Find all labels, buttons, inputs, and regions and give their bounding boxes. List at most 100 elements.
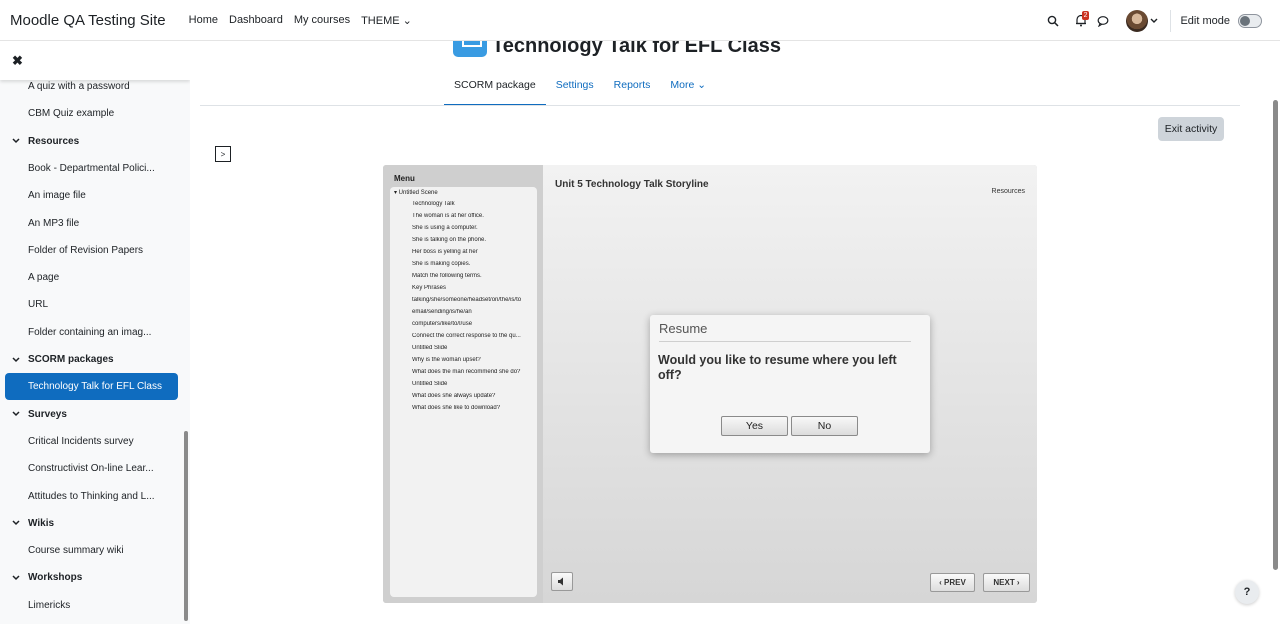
tab-scorm-package[interactable]: SCORM package xyxy=(444,72,546,106)
sidebar-activity-item[interactable]: CBM Quiz example xyxy=(0,100,180,127)
sidebar-activity-item[interactable]: URL xyxy=(0,291,180,318)
resume-dialog: Resume Would you like to resume where yo… xyxy=(650,315,930,453)
sidebar-item-label: URL xyxy=(28,299,49,311)
player-menu-item[interactable]: computers/like/to/I/use xyxy=(412,321,534,327)
user-avatar[interactable] xyxy=(1126,9,1149,32)
nav-home[interactable]: Home xyxy=(189,14,218,26)
sidebar-item-label: Resources xyxy=(28,135,80,147)
help-button[interactable]: ? xyxy=(1235,580,1259,604)
chevron-down-icon[interactable] xyxy=(12,355,24,365)
resume-dialog-title: Resume xyxy=(659,321,708,336)
nav-theme[interactable]: THEME ⌄ xyxy=(361,14,412,27)
player-menu-item[interactable]: Key Phrases xyxy=(412,285,534,291)
chat-bubble-icon[interactable] xyxy=(1092,10,1114,32)
player-menu-item[interactable]: Connect the correct response to the qu..… xyxy=(412,333,534,339)
secondary-navigation: SCORM package Settings Reports More ⌄ xyxy=(444,72,716,106)
edit-mode-label: Edit mode xyxy=(1180,14,1230,27)
volume-icon[interactable] xyxy=(551,572,573,591)
sidebar-activity-item[interactable]: An image file xyxy=(0,182,180,209)
resources-link[interactable]: Resources xyxy=(992,188,1025,195)
chevron-down-icon[interactable] xyxy=(1148,10,1160,32)
sidebar-item-label: Workshops xyxy=(28,572,83,584)
player-menu-item[interactable]: She is using a computer. xyxy=(412,225,534,231)
menu-scene[interactable]: ▾ Untitled Scene xyxy=(394,189,438,196)
sidebar-item-label: A page xyxy=(28,272,60,284)
expand-toc-button[interactable]: > xyxy=(215,146,231,162)
player-menu-item[interactable]: What does she like to download? xyxy=(412,405,534,411)
sidebar-activity-item[interactable]: Attitudes to Thinking and L... xyxy=(0,483,180,510)
sidebar-item-label: Course summary wiki xyxy=(28,545,124,557)
tab-more[interactable]: More ⌄ xyxy=(660,72,716,106)
top-navbar: Moodle QA Testing Site Home Dashboard My… xyxy=(0,0,1280,41)
sidebar-item-label: Critical Incidents survey xyxy=(28,435,134,447)
player-menu-list: ▾ Untitled Scene Technology Talk The woma… xyxy=(390,187,537,597)
sidebar-item-label: CBM Quiz example xyxy=(28,108,115,120)
chevron-down-icon[interactable] xyxy=(12,409,24,419)
drawer-header: ✖ xyxy=(0,41,190,80)
sidebar-item-label: SCORM packages xyxy=(28,354,114,365)
player-menu-item[interactable]: She is talking on the phone. xyxy=(412,237,534,243)
page-scrollbar[interactable] xyxy=(1273,100,1278,570)
prev-button[interactable]: ‹ PREV xyxy=(930,573,975,592)
sidebar-item-label: Technology Talk for EFL Class xyxy=(28,381,162,393)
course-section[interactable]: Resources xyxy=(0,128,180,155)
sidebar-activity-item[interactable]: Course summary wiki xyxy=(0,537,180,564)
site-brand[interactable]: Moodle QA Testing Site xyxy=(10,12,166,29)
navbar-divider xyxy=(1170,9,1172,32)
sidebar-activity-item[interactable]: Folder of Revision Papers xyxy=(0,237,180,264)
course-section[interactable]: Surveys xyxy=(0,401,180,428)
player-menu-item[interactable]: Untitled Slide xyxy=(412,381,534,387)
player-menu-item[interactable]: Match the following terms. xyxy=(412,273,534,279)
player-menu-item[interactable]: She is making copies. xyxy=(412,261,534,267)
sidebar-activity-item[interactable]: An MP3 file xyxy=(0,210,180,237)
chevron-down-icon[interactable] xyxy=(12,573,24,583)
player-menu-item[interactable]: Technology Talk xyxy=(412,201,534,207)
sidebar-activity-item[interactable]: Constructivist On-line Lear... xyxy=(0,455,180,482)
player-menu-item[interactable]: Her boss is yelling at her xyxy=(412,249,534,255)
sidebar-item-label: Book - Departmental Polici... xyxy=(28,162,155,174)
player-menu-item[interactable]: The woman is at her office. xyxy=(412,213,534,219)
sidebar-item-label: A quiz with a password xyxy=(28,81,130,92)
sidebar-item-label: Limericks xyxy=(28,599,71,611)
sidebar-item-label: Folder of Revision Papers xyxy=(28,244,144,256)
yes-button[interactable]: Yes xyxy=(721,416,788,436)
dialog-divider xyxy=(659,341,911,342)
chevron-down-icon[interactable] xyxy=(12,518,24,528)
tab-reports[interactable]: Reports xyxy=(604,72,661,106)
course-section[interactable]: Wikis xyxy=(0,510,180,537)
player-slide: Unit 5 Technology Talk Storyline Resourc… xyxy=(543,165,1037,603)
notification-badge: 2 xyxy=(1081,10,1090,20)
player-menu-item[interactable]: Why is the woman upset? xyxy=(412,357,534,363)
sidebar-activity-item[interactable]: A page xyxy=(0,264,180,291)
bell-icon[interactable]: 2 xyxy=(1070,10,1092,32)
slide-title: Unit 5 Technology Talk Storyline xyxy=(555,179,709,190)
course-section[interactable]: Workshops xyxy=(0,564,180,591)
sidebar-activity-item[interactable]: Technology Talk for EFL Class xyxy=(5,373,178,401)
player-menu-item[interactable]: email/sending/is/he/an xyxy=(412,309,534,315)
sidebar-activity-item[interactable]: Book - Departmental Polici... xyxy=(0,155,180,182)
sidebar-item-label: An MP3 file xyxy=(28,217,80,229)
sidebar-activity-item[interactable]: Critical Incidents survey xyxy=(0,428,180,455)
sidebar-item-label: Surveys xyxy=(28,408,67,420)
edit-mode-toggle[interactable] xyxy=(1238,13,1262,28)
secondary-nav-divider xyxy=(200,105,1240,106)
course-section[interactable]: SCORM packages xyxy=(0,346,180,373)
tab-settings[interactable]: Settings xyxy=(546,72,604,106)
player-menu-panel: Menu ▾ Untitled Scene Technology Talk The… xyxy=(383,165,543,603)
navbar-right: 2 Edit mode xyxy=(1042,0,1280,41)
player-menu-item[interactable]: What does the man recommend she do? xyxy=(412,369,534,375)
player-menu-item[interactable]: Untitled Slide xyxy=(412,345,534,351)
exit-activity-button[interactable]: Exit activity xyxy=(1158,117,1224,141)
nav-my-courses[interactable]: My courses xyxy=(294,14,350,26)
no-button[interactable]: No xyxy=(791,416,858,436)
close-icon[interactable]: ✖ xyxy=(12,53,23,69)
next-button[interactable]: NEXT › xyxy=(983,573,1030,592)
search-icon[interactable] xyxy=(1042,10,1064,32)
sidebar-activity-item[interactable]: Limericks xyxy=(0,592,180,619)
drawer-scrollbar[interactable] xyxy=(184,431,188,621)
nav-dashboard[interactable]: Dashboard xyxy=(229,14,283,26)
player-menu-item[interactable]: talking/she/someone/headset/on/the/is/to xyxy=(412,297,534,303)
sidebar-activity-item[interactable]: Folder containing an imag... xyxy=(0,319,180,346)
player-menu-item[interactable]: What does she always update? xyxy=(412,393,534,399)
chevron-down-icon[interactable] xyxy=(12,136,24,146)
